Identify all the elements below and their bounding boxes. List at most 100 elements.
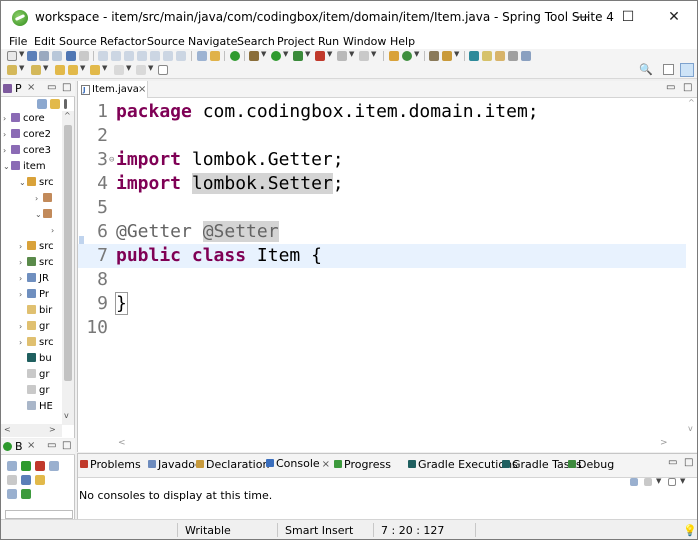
expand-icon[interactable]: › bbox=[19, 274, 27, 283]
expand-icon[interactable]: › bbox=[19, 242, 27, 251]
show-whitespace-icon[interactable] bbox=[508, 51, 518, 61]
terminate-icon[interactable] bbox=[124, 51, 134, 61]
tree-item[interactable]: › src bbox=[19, 337, 54, 353]
add-icon[interactable] bbox=[21, 489, 31, 499]
view-menu-icon[interactable] bbox=[64, 99, 67, 109]
code-line[interactable]: 4 import lombok.Setter; bbox=[78, 172, 686, 196]
new-java-class-icon[interactable] bbox=[402, 51, 412, 61]
tree-item[interactable]: bir bbox=[27, 305, 52, 321]
tree-item[interactable]: ⌄ src bbox=[19, 177, 54, 193]
tree-item[interactable]: › src bbox=[19, 241, 54, 257]
maximize-view-icon[interactable]: □ bbox=[62, 82, 71, 93]
dropdown-arrow-icon[interactable]: ▼ bbox=[680, 477, 685, 485]
tip-of-the-day-icon[interactable]: 💡 bbox=[683, 524, 697, 537]
use-step-filters-icon[interactable] bbox=[210, 51, 220, 61]
save-icon[interactable] bbox=[27, 51, 37, 61]
maximize-view-icon[interactable]: □ bbox=[684, 457, 693, 468]
debug-boot-icon[interactable] bbox=[49, 461, 59, 471]
scrollbar-thumb[interactable] bbox=[64, 125, 72, 381]
refresh-icon[interactable] bbox=[7, 461, 17, 471]
toggle-mark-occurrences-icon[interactable] bbox=[482, 51, 492, 61]
dropdown-arrow-icon[interactable]: ▼ bbox=[80, 64, 85, 72]
new-icon[interactable] bbox=[7, 51, 17, 61]
tree-item[interactable]: › core3 bbox=[3, 145, 51, 161]
back-icon[interactable] bbox=[68, 65, 78, 75]
editor-vertical-scrollbar[interactable]: ^ v bbox=[686, 98, 697, 436]
code-line[interactable]: 5 bbox=[78, 196, 686, 220]
menu-help[interactable]: Help bbox=[390, 35, 415, 48]
step-return-icon[interactable] bbox=[176, 51, 186, 61]
tree-item[interactable]: › JR bbox=[19, 273, 49, 289]
code-line[interactable]: 6 @Getter @Setter bbox=[78, 220, 686, 244]
tab-console[interactable]: Console × bbox=[266, 457, 330, 470]
menu-edit[interactable]: Edit bbox=[34, 35, 55, 48]
debug-icon[interactable] bbox=[249, 51, 259, 61]
package-explorer-tab[interactable]: P bbox=[3, 82, 22, 95]
code-line[interactable]: 7 public class Item { bbox=[78, 244, 686, 268]
collapse-icon[interactable]: ⌄ bbox=[3, 162, 11, 171]
maximize-view-icon[interactable]: □ bbox=[683, 82, 692, 93]
print-icon[interactable] bbox=[52, 51, 62, 61]
tree-item[interactable]: › core bbox=[3, 113, 45, 129]
relaunch-icon[interactable] bbox=[359, 51, 369, 61]
dropdown-arrow-icon[interactable]: ▼ bbox=[349, 50, 354, 58]
code-line[interactable]: 10 bbox=[78, 316, 686, 340]
back-history-icon[interactable] bbox=[114, 65, 124, 75]
tree-item[interactable]: gr bbox=[27, 385, 49, 401]
dropdown-arrow-icon[interactable]: ▼ bbox=[19, 64, 24, 72]
editor-horizontal-scrollbar[interactable]: < > bbox=[78, 436, 697, 452]
dropdown-arrow-icon[interactable]: ▼ bbox=[454, 50, 459, 58]
minimize-view-icon[interactable]: ▭ bbox=[47, 440, 56, 451]
dropdown-arrow-icon[interactable]: ▼ bbox=[305, 50, 310, 58]
tree-item[interactable]: › gr bbox=[19, 321, 49, 337]
tree-item[interactable]: HE bbox=[27, 401, 53, 417]
tab-progress[interactable]: Progress bbox=[334, 458, 391, 471]
code-line[interactable]: 3 ⊖ import lombok.Getter; bbox=[78, 148, 686, 172]
menu-source[interactable]: Source bbox=[59, 35, 97, 48]
collapse-icon[interactable]: ⌄ bbox=[19, 178, 27, 187]
scroll-left-icon[interactable]: < bbox=[118, 438, 126, 448]
external-tools-icon[interactable] bbox=[315, 51, 325, 61]
code-area[interactable]: 1 package com.codingbox.item.domain.item;… bbox=[78, 98, 686, 436]
boot-dashboard-tab[interactable]: B bbox=[3, 440, 23, 453]
dropdown-arrow-icon[interactable]: ▼ bbox=[371, 50, 376, 58]
dropdown-arrow-icon[interactable]: ▼ bbox=[283, 50, 288, 58]
menu-run[interactable]: Run bbox=[318, 35, 339, 48]
skip-breakpoints-icon[interactable] bbox=[79, 51, 89, 61]
open-perspective-icon[interactable] bbox=[663, 64, 674, 75]
expand-icon[interactable]: › bbox=[19, 322, 27, 331]
tab-javadoc[interactable]: Javadoc bbox=[148, 458, 201, 471]
tab-declaration[interactable]: Declaration bbox=[196, 458, 269, 471]
dropdown-arrow-icon[interactable]: ▼ bbox=[102, 64, 107, 72]
menu-search[interactable]: Search bbox=[237, 35, 275, 48]
tree-item[interactable]: ⌄ item bbox=[3, 161, 46, 177]
menu-navigate[interactable]: Navigate bbox=[188, 35, 237, 48]
tab-debug[interactable]: Debug bbox=[568, 458, 614, 471]
scroll-left-icon[interactable]: < bbox=[4, 425, 11, 434]
tab-problems[interactable]: Problems bbox=[80, 458, 141, 471]
run-icon[interactable] bbox=[271, 51, 281, 61]
pin-editor-icon[interactable] bbox=[158, 65, 168, 75]
fold-icon[interactable]: ⊖ bbox=[109, 148, 114, 172]
dropdown-arrow-icon[interactable]: ▼ bbox=[43, 64, 48, 72]
code-line[interactable]: 1 package com.codingbox.item.domain.item; bbox=[78, 100, 686, 124]
terminal-icon[interactable] bbox=[66, 51, 76, 61]
open-config-icon[interactable] bbox=[7, 475, 17, 485]
expand-icon[interactable]: › bbox=[19, 290, 27, 299]
tree-item[interactable]: › bbox=[35, 193, 55, 209]
expand-icon[interactable]: › bbox=[35, 194, 43, 203]
minimize-button[interactable]: — bbox=[559, 1, 605, 34]
dropdown-arrow-icon[interactable]: ▼ bbox=[327, 50, 332, 58]
menu-source-2[interactable]: Source bbox=[147, 35, 185, 48]
close-icon[interactable]: × bbox=[322, 459, 330, 470]
minimize-view-icon[interactable]: ▭ bbox=[668, 457, 677, 468]
boot-icon[interactable] bbox=[337, 51, 347, 61]
open-type-icon[interactable] bbox=[429, 51, 439, 61]
search-toolbar-icon[interactable] bbox=[442, 51, 452, 61]
tree-item[interactable]: › core2 bbox=[3, 129, 51, 145]
expand-icon[interactable]: › bbox=[3, 146, 11, 155]
last-edit-location-icon[interactable] bbox=[55, 65, 65, 75]
tree-item[interactable]: bu bbox=[27, 353, 52, 369]
show-paragraph-icon[interactable] bbox=[521, 51, 531, 61]
maximize-button[interactable]: ☐ bbox=[605, 1, 651, 34]
